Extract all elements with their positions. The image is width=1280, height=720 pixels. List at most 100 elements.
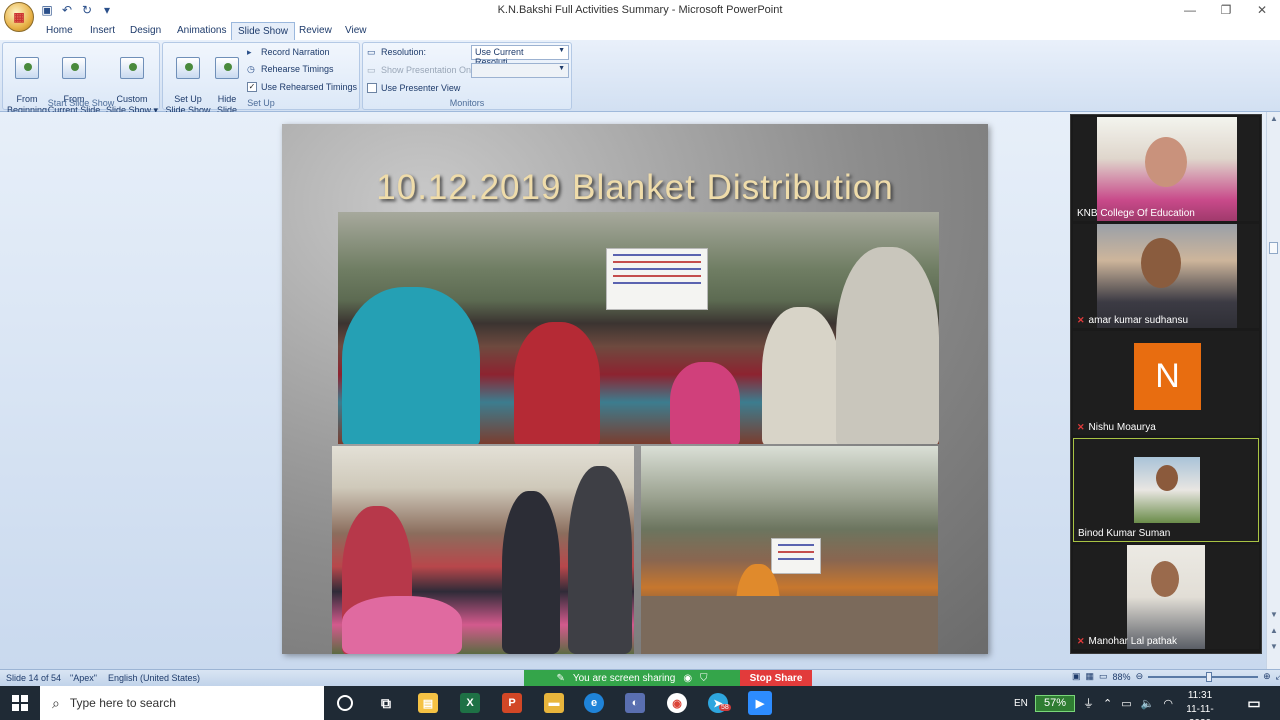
file-explorer-icon[interactable]: ▬ bbox=[544, 693, 564, 713]
normal-view-icon[interactable]: ▣ bbox=[1072, 671, 1081, 682]
store-icon[interactable]: ▤ bbox=[418, 693, 438, 713]
meeting-participants-panel: KNB College Of Education ✕ amar kumar sud… bbox=[1070, 114, 1262, 654]
zoom-slider-knob[interactable] bbox=[1206, 671, 1213, 682]
excel-icon[interactable]: X bbox=[460, 693, 480, 713]
slide-show-icon[interactable]: ▭ bbox=[1099, 671, 1108, 682]
slide-counter: Slide 14 of 54 bbox=[6, 673, 62, 683]
setup-show-icon bbox=[176, 57, 200, 79]
taskbar-search-box[interactable]: ⌕ Type here to search bbox=[40, 686, 324, 720]
slide-sorter-icon[interactable]: ▦ bbox=[1086, 671, 1095, 682]
record-narration-button[interactable]: ▸ Record Narration bbox=[247, 47, 330, 57]
close-button[interactable]: ✕ bbox=[1244, 0, 1280, 20]
group-label-start: Start Slide Show bbox=[47, 98, 115, 108]
use-presenter-view-checkbox[interactable]: Use Presenter View bbox=[367, 83, 460, 93]
participant-tile[interactable]: ✕ Manohar Lal pathak bbox=[1073, 545, 1259, 649]
photo-person bbox=[568, 466, 632, 654]
custom-show-icon bbox=[120, 57, 144, 79]
scroll-thumb[interactable] bbox=[1269, 242, 1278, 254]
chevron-down-icon: ▼ bbox=[558, 47, 565, 54]
participant-tile[interactable]: N ✕ Nishu Moaurya bbox=[1073, 331, 1259, 435]
photos-icon[interactable]: ◐ bbox=[625, 693, 645, 713]
edge-icon[interactable]: e bbox=[584, 693, 604, 713]
tab-slide-show[interactable]: Slide Show bbox=[231, 22, 296, 40]
show-presentation-on-dropdown[interactable]: ▼ bbox=[471, 63, 569, 78]
security-shield-icon[interactable]: ⛉ bbox=[700, 673, 708, 684]
screen-sharing-status: You are screen sharing bbox=[572, 673, 676, 684]
show-hidden-icons-icon[interactable]: ⌃ bbox=[1103, 697, 1112, 710]
participant-video bbox=[1097, 117, 1237, 221]
participant-tile[interactable]: ✕ amar kumar sudhansu bbox=[1073, 224, 1259, 328]
participant-video bbox=[1097, 224, 1237, 328]
volume-icon[interactable]: 🔈 bbox=[1141, 697, 1155, 710]
muted-mic-icon: ✕ bbox=[1077, 636, 1085, 646]
window-title: K.N.Bakshi Full Activities Summary - Mic… bbox=[497, 4, 783, 16]
photo-person bbox=[836, 247, 939, 444]
scroll-up-icon[interactable]: ▲ bbox=[1270, 114, 1278, 123]
resolution-dropdown[interactable]: Use Current Resoluti... ▼ bbox=[471, 45, 569, 67]
input-language[interactable]: EN bbox=[1014, 686, 1028, 720]
status-bar: Slide 14 of 54 "Apex" English (United St… bbox=[0, 669, 1280, 687]
participant-avatar: N bbox=[1134, 343, 1201, 410]
photo-crowd bbox=[641, 596, 938, 654]
zoom-app-icon[interactable]: ▶ bbox=[748, 691, 772, 715]
participant-name: KNB College Of Education bbox=[1077, 208, 1195, 219]
tab-review[interactable]: Review bbox=[299, 25, 332, 36]
battery-indicator[interactable]: 57% bbox=[1035, 695, 1075, 712]
language-indicator[interactable]: English (United States) bbox=[108, 673, 200, 683]
slide-photo-bottom-right[interactable] bbox=[641, 446, 938, 654]
participant-name: Binod Kumar Suman bbox=[1078, 528, 1171, 539]
participant-tile[interactable]: KNB College Of Education bbox=[1073, 117, 1259, 221]
participant-tile-active[interactable]: Binod Kumar Suman bbox=[1073, 438, 1259, 542]
fit-to-window-icon[interactable]: ⤢ bbox=[1276, 671, 1280, 682]
slide-photo-top[interactable] bbox=[338, 212, 939, 444]
photo-person bbox=[342, 287, 480, 444]
cortana-icon[interactable] bbox=[337, 695, 353, 711]
windows-logo-icon bbox=[12, 695, 28, 711]
pause-share-icon[interactable]: ◉ bbox=[683, 673, 692, 684]
participant-name: ✕ Manohar Lal pathak bbox=[1077, 636, 1177, 647]
use-rehearsed-timings-checkbox[interactable]: ✓ Use Rehearsed Timings bbox=[247, 82, 357, 92]
tab-design[interactable]: Design bbox=[130, 25, 161, 36]
scroll-down-icon[interactable]: ▼ bbox=[1270, 610, 1278, 619]
photo-person bbox=[502, 491, 560, 654]
notifications-icon[interactable]: ▭ bbox=[1244, 693, 1264, 713]
tab-home[interactable]: Home bbox=[46, 25, 73, 36]
office-button[interactable]: ▦ bbox=[4, 2, 34, 32]
task-view-icon[interactable]: ⧉ bbox=[376, 693, 396, 713]
participant-face bbox=[1156, 465, 1178, 491]
taskbar-clock[interactable]: 11:31 11-11-2020 bbox=[1178, 689, 1222, 720]
start-button[interactable] bbox=[0, 686, 40, 720]
chrome-icon[interactable]: ◉ bbox=[667, 693, 687, 713]
system-tray-icons: ⏚ ⌃ ▭ 🔈 ◠ bbox=[1083, 686, 1173, 720]
tab-view[interactable]: View bbox=[345, 25, 367, 36]
zoom-level[interactable]: 88% bbox=[1113, 672, 1131, 682]
clock-date: 11-11-2020 bbox=[1186, 704, 1214, 720]
stop-share-button[interactable]: Stop Share bbox=[740, 670, 812, 687]
tab-insert[interactable]: Insert bbox=[90, 25, 115, 36]
monitor-icon: ▭ bbox=[367, 47, 376, 57]
photo-banner bbox=[606, 248, 708, 310]
zoom-slider[interactable] bbox=[1148, 671, 1259, 682]
tab-animations[interactable]: Animations bbox=[177, 25, 226, 36]
resolution-label: ▭ Resolution: bbox=[367, 47, 427, 57]
theme-name: "Apex" bbox=[70, 673, 97, 683]
powerpoint-icon[interactable]: P bbox=[502, 693, 522, 713]
power-plug-icon[interactable]: ⏚ bbox=[1083, 695, 1094, 711]
rehearse-timings-button[interactable]: ◷ Rehearse Timings bbox=[247, 64, 334, 74]
previous-slide-icon[interactable]: ▲ bbox=[1270, 626, 1278, 635]
maximize-button[interactable]: ❐ bbox=[1208, 0, 1244, 20]
display-icon: ▭ bbox=[367, 65, 376, 75]
wifi-icon[interactable]: ◠ bbox=[1163, 697, 1173, 710]
participant-face bbox=[1151, 561, 1179, 597]
vertical-scrollbar[interactable]: ▲ ▼ ▲ ▼ bbox=[1266, 112, 1280, 669]
zoom-in-icon[interactable]: ⊕ bbox=[1263, 671, 1271, 682]
zoom-out-icon[interactable]: ⊖ bbox=[1136, 671, 1144, 682]
next-slide-icon[interactable]: ▼ bbox=[1270, 642, 1278, 651]
slide-canvas[interactable]: 10.12.2019 Blanket Distribution bbox=[282, 124, 988, 654]
group-monitors: ▭ Resolution: Use Current Resoluti... ▼ … bbox=[362, 42, 572, 110]
slide-title[interactable]: 10.12.2019 Blanket Distribution bbox=[282, 168, 988, 208]
photo-person bbox=[762, 307, 840, 444]
network-icon[interactable]: ▭ bbox=[1121, 697, 1131, 710]
minimize-button[interactable]: — bbox=[1172, 0, 1208, 20]
slide-photo-bottom-left[interactable] bbox=[332, 446, 634, 654]
